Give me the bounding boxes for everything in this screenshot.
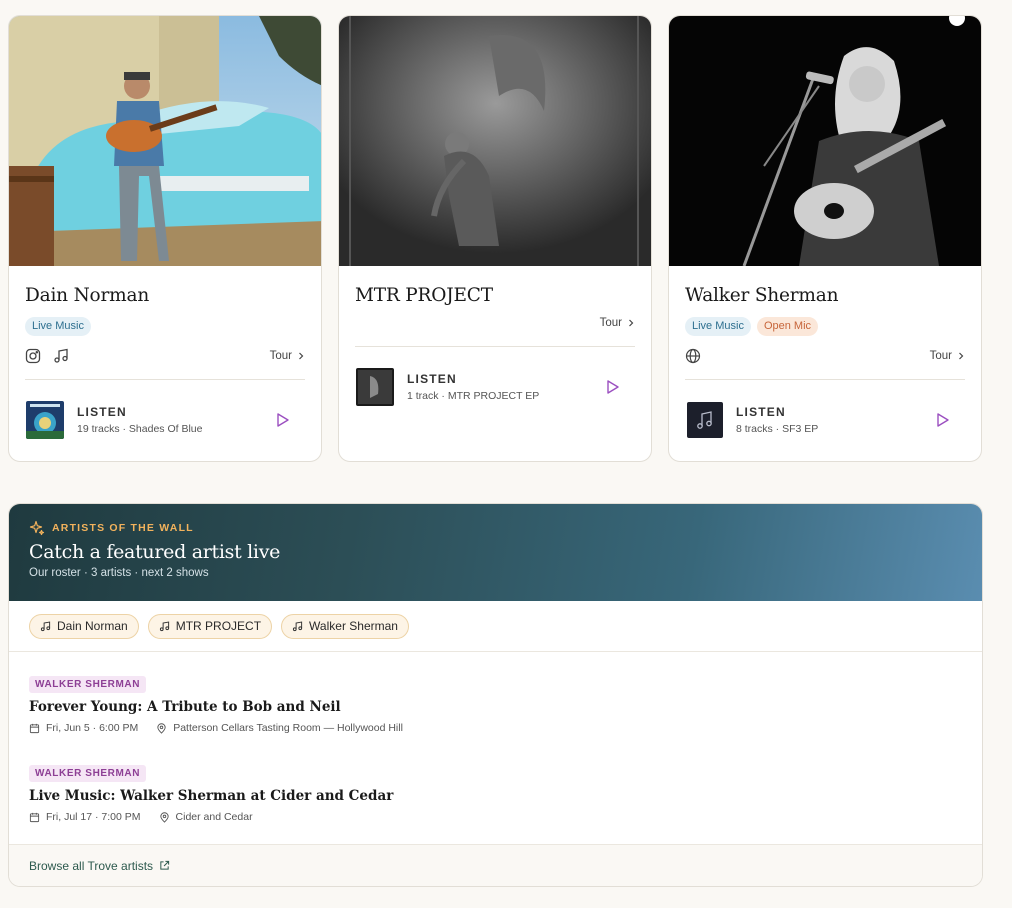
calendar-icon bbox=[29, 723, 40, 733]
tour-link[interactable]: Tour bbox=[930, 350, 965, 362]
artist-card-walker-sherman[interactable]: Walker Sherman Live Music Open Mic Tour bbox=[668, 15, 982, 462]
music-note-icon[interactable] bbox=[53, 348, 69, 364]
artist-cards: Dain Norman Live Music Tour LISTEN 19 tr… bbox=[8, 15, 983, 462]
album-thumbnail bbox=[26, 401, 64, 439]
tag-list: Live Music Open Mic bbox=[685, 317, 965, 337]
listen-row[interactable]: LISTEN 19 tracks · Shades Of Blue bbox=[25, 380, 305, 460]
tag-live-music: Live Music bbox=[25, 317, 91, 336]
play-icon[interactable] bbox=[933, 411, 951, 429]
music-note-icon bbox=[159, 620, 169, 631]
globe-icon[interactable] bbox=[685, 348, 701, 364]
listen-subtitle: 8 tracks · SF3 EP bbox=[736, 423, 819, 435]
chip-walker-sherman[interactable]: Walker Sherman bbox=[281, 613, 409, 639]
event-list: WALKER SHERMAN Forever Young: A Tribute … bbox=[9, 652, 982, 846]
artist-chips: Dain Norman MTR PROJECT Walker Sherman bbox=[9, 601, 982, 652]
browse-artists-link[interactable]: Browse all Trove artists bbox=[9, 844, 982, 886]
listen-row[interactable]: LISTEN 1 track · MTR PROJECT EP bbox=[355, 347, 635, 427]
event-title[interactable]: Live Music: Walker Sherman at Cider and … bbox=[29, 788, 962, 804]
event-artist-badge: WALKER SHERMAN bbox=[29, 676, 147, 693]
chip-label: Walker Sherman bbox=[309, 619, 398, 633]
chevron-right-icon bbox=[299, 352, 304, 360]
artist-name: Dain Norman bbox=[25, 285, 150, 306]
artist-card-mtr-project[interactable]: MTR PROJECT Tour LISTEN 1 track · MTR PR… bbox=[338, 15, 652, 462]
tag-open-mic: Open Mic bbox=[756, 317, 819, 336]
tour-label: Tour bbox=[929, 350, 952, 362]
artist-photo bbox=[9, 16, 321, 266]
map-pin-icon bbox=[159, 811, 169, 823]
album-thumbnail bbox=[356, 368, 394, 406]
listen-subtitle: 19 tracks · Shades Of Blue bbox=[77, 423, 203, 435]
sparkle-icon bbox=[29, 520, 45, 536]
tag-list: Live Music bbox=[25, 317, 305, 337]
tour-label: Tour bbox=[599, 317, 622, 329]
tour-link[interactable]: Tour bbox=[600, 317, 635, 329]
artist-card-dain-norman[interactable]: Dain Norman Live Music Tour LISTEN 19 tr… bbox=[8, 15, 322, 462]
chevron-right-icon bbox=[629, 319, 634, 327]
music-note-icon bbox=[40, 620, 51, 631]
browse-artists-label: Browse all Trove artists bbox=[29, 858, 154, 873]
event-date: Fri, Jul 17 · 7:00 PM bbox=[46, 811, 141, 823]
chip-dain-norman[interactable]: Dain Norman bbox=[29, 613, 139, 639]
play-icon[interactable] bbox=[273, 411, 291, 429]
listen-row[interactable]: LISTEN 8 tracks · SF3 EP bbox=[685, 380, 965, 460]
artist-photo bbox=[669, 16, 981, 266]
map-pin-icon bbox=[157, 722, 166, 734]
featured-title: Catch a featured artist live bbox=[29, 541, 281, 563]
calendar-icon bbox=[29, 812, 40, 822]
event-venue: Cider and Cedar bbox=[175, 811, 253, 823]
chip-mtr-project[interactable]: MTR PROJECT bbox=[147, 613, 273, 639]
music-note-icon bbox=[292, 620, 303, 631]
artist-photo bbox=[339, 16, 651, 266]
event-item[interactable]: WALKER SHERMAN Forever Young: A Tribute … bbox=[29, 674, 962, 763]
album-thumbnail bbox=[687, 402, 723, 438]
listen-title: LISTEN bbox=[736, 405, 786, 419]
listen-title: LISTEN bbox=[407, 372, 457, 386]
featured-artists-panel: ARTISTS OF THE WALL Catch a featured art… bbox=[8, 503, 983, 887]
eyebrow: ARTISTS OF THE WALL bbox=[29, 520, 962, 536]
event-title[interactable]: Forever Young: A Tribute to Bob and Neil bbox=[29, 699, 962, 715]
instagram-icon[interactable] bbox=[25, 348, 41, 364]
event-artist-badge: WALKER SHERMAN bbox=[29, 765, 147, 782]
tour-link[interactable]: Tour bbox=[270, 350, 305, 362]
artist-name: Walker Sherman bbox=[685, 285, 839, 306]
featured-header: ARTISTS OF THE WALL Catch a featured art… bbox=[9, 504, 982, 601]
tag-live-music: Live Music bbox=[685, 317, 751, 336]
event-date: Fri, Jun 5 · 6:00 PM bbox=[46, 722, 139, 734]
featured-subtitle: Our roster · 3 artists · next 2 shows bbox=[29, 567, 209, 579]
event-venue: Patterson Cellars Tasting Room — Hollywo… bbox=[173, 722, 403, 734]
external-link-icon bbox=[160, 860, 170, 870]
artist-name: MTR PROJECT bbox=[355, 285, 493, 306]
event-item[interactable]: WALKER SHERMAN Live Music: Walker Sherma… bbox=[29, 763, 962, 852]
chip-label: Dain Norman bbox=[57, 619, 128, 633]
listen-subtitle: 1 track · MTR PROJECT EP bbox=[407, 390, 540, 402]
chip-label: MTR PROJECT bbox=[175, 619, 262, 633]
chevron-right-icon bbox=[959, 352, 964, 360]
tour-label: Tour bbox=[269, 350, 292, 362]
eyebrow-label: ARTISTS OF THE WALL bbox=[52, 522, 194, 534]
listen-title: LISTEN bbox=[77, 405, 127, 419]
play-icon[interactable] bbox=[603, 378, 621, 396]
